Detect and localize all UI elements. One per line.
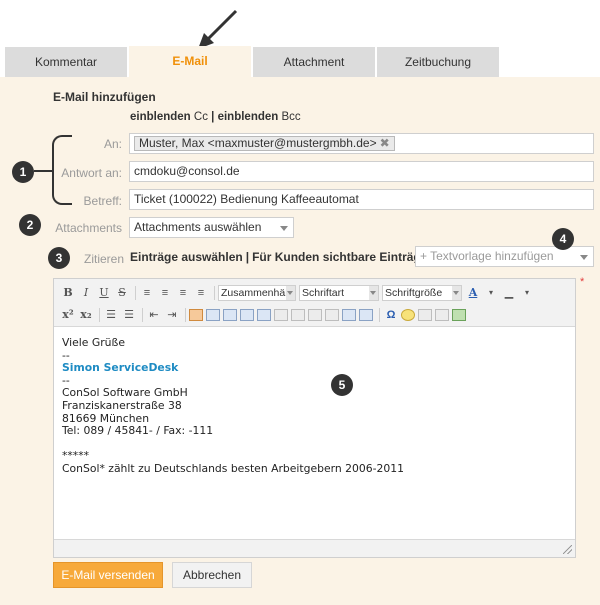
special-char-icon[interactable]: Ω <box>383 307 399 323</box>
required-mark: * <box>580 276 585 288</box>
editor-statusbar <box>54 539 575 557</box>
toolbar-separator <box>99 308 100 322</box>
underline-button[interactable]: U <box>96 285 112 301</box>
tab-email[interactable]: E-Mail <box>129 46 251 77</box>
quote-separator: | <box>245 250 250 264</box>
format-select[interactable]: Zusammenhängend <box>218 285 296 301</box>
italic-button[interactable]: I <box>78 285 94 301</box>
chevron-down-icon <box>580 255 588 260</box>
quote-label: Zitieren <box>83 252 124 266</box>
recipient-text: Muster, Max <maxmuster@mustergmbh.de> <box>139 136 377 150</box>
table-cell-icon[interactable] <box>291 309 305 321</box>
toolbar-separator <box>185 308 186 322</box>
show-bcc-link[interactable]: einblenden <box>218 111 279 123</box>
table-icon[interactable] <box>342 309 356 321</box>
subject-field[interactable]: Ticket (100022) Bedienung Kaffeeautomat <box>129 189 594 210</box>
callout-badge-4: 4 <box>552 228 574 250</box>
text-color-icon[interactable]: A <box>465 285 481 301</box>
align-left-icon[interactable]: ≡ <box>139 285 155 301</box>
send-email-button[interactable]: E-Mail versenden <box>53 562 163 588</box>
table-merge-icon[interactable] <box>274 309 288 321</box>
cancel-button[interactable]: Abbrechen <box>172 562 252 588</box>
toolbar-separator <box>135 286 136 300</box>
select-entries-link[interactable]: Einträge auswählen <box>130 250 243 264</box>
numbered-list-icon[interactable]: ☰ <box>121 307 137 323</box>
table-grid-icon[interactable] <box>359 309 373 321</box>
phone-line: Tel: 089 / 45841- / Fax: -111 <box>62 424 214 438</box>
remove-recipient-icon[interactable]: ✖ <box>380 136 390 150</box>
smiley-icon[interactable] <box>401 309 415 321</box>
quote-options: Einträge auswählen | Für Kunden sichtbare … <box>130 250 427 264</box>
image-icon[interactable] <box>452 309 466 321</box>
tab-attachment[interactable]: Attachment <box>253 47 375 77</box>
signature-name: Simon ServiceDesk <box>62 361 179 375</box>
callout-badge-3: 3 <box>48 247 70 269</box>
annotation-arrow <box>198 9 238 49</box>
table-properties-icon[interactable] <box>325 309 339 321</box>
callout-badge-2: 2 <box>19 214 41 236</box>
table-insert-icon[interactable] <box>206 309 220 321</box>
toolbar-separator <box>214 286 215 300</box>
toolbar-separator <box>379 308 380 322</box>
greeting-line: Viele Grüße <box>62 336 125 349</box>
reply-to-field[interactable]: cmdoku@consol.de <box>129 161 594 182</box>
email-panel: E-Mail hinzufügen einblenden Cc | einble… <box>0 77 600 605</box>
tab-bar: Kommentar E-Mail Attachment Zeitbuchung <box>0 46 600 77</box>
font-size-select[interactable]: Schriftgröße <box>382 285 462 301</box>
bcc-label: Bcc <box>281 111 301 123</box>
resize-grip-icon[interactable] <box>563 545 572 554</box>
bold-button[interactable]: B <box>60 285 76 301</box>
align-right-icon[interactable]: ≡ <box>175 285 191 301</box>
subject-label: Betreff: <box>83 194 122 208</box>
align-center-icon[interactable]: ≡ <box>157 285 173 301</box>
editor-toolbar: B I U S ≡ ≡ ≡ ≡ Zusammenhängend Schrifta… <box>54 279 575 327</box>
indent-icon[interactable]: ⇥ <box>164 307 180 323</box>
to-field[interactable]: Muster, Max <maxmuster@mustergmbh.de> ✖ <box>129 133 594 154</box>
tab-zeitbuchung[interactable]: Zeitbuchung <box>377 47 499 77</box>
attachments-select[interactable]: Attachments auswählen <box>129 217 294 238</box>
chevron-down-icon[interactable]: ▾ <box>519 285 535 301</box>
chevron-down-icon[interactable]: ▾ <box>483 285 499 301</box>
editor-content[interactable]: Viele Grüße -- Simon ServiceDesk -- ConS… <box>62 336 405 476</box>
street-line: Franziskanerstraße 38 <box>62 398 182 412</box>
section-title: E-Mail hinzufügen <box>53 90 156 104</box>
customer-entries-link[interactable]: Für Kunden sichtbare Einträge <box>252 250 427 264</box>
chevron-down-icon <box>280 226 288 231</box>
callout-badge-1: 1 <box>12 161 34 183</box>
cc-bcc-separator: | <box>211 111 215 123</box>
bulleted-list-icon[interactable]: ☰ <box>103 307 119 323</box>
show-cc-link[interactable]: einblenden <box>130 111 191 123</box>
background-color-icon[interactable]: ▁ <box>501 285 517 301</box>
rich-text-editor: B I U S ≡ ≡ ≡ ≡ Zusammenhängend Schrifta… <box>53 278 576 558</box>
callout-badge-5: 5 <box>331 374 353 396</box>
edit-icon[interactable] <box>189 309 203 321</box>
toolbar-separator <box>142 308 143 322</box>
align-justify-icon[interactable]: ≡ <box>193 285 209 301</box>
recipient-chip: Muster, Max <maxmuster@mustergmbh.de> ✖ <box>134 136 395 151</box>
table-delete-icon[interactable] <box>308 309 322 321</box>
attachments-label: Attachments <box>55 221 122 235</box>
superscript-button[interactable]: x² <box>60 307 76 323</box>
to-label: An: <box>103 137 122 151</box>
callout-bracket-tick <box>34 170 54 172</box>
tagline-line: ConSol* zählt zu Deutschlands besten Arb… <box>62 461 405 475</box>
font-select[interactable]: Schriftart <box>299 285 379 301</box>
template-placeholder: + Textvorlage hinzufügen <box>420 249 554 263</box>
link-icon[interactable] <box>418 309 432 321</box>
strikethrough-button[interactable]: S <box>114 285 130 301</box>
reply-to-label: Antwort an: <box>61 166 122 180</box>
unlink-icon[interactable] <box>435 309 449 321</box>
table-column-icon[interactable] <box>240 309 254 321</box>
table-split-icon[interactable] <box>257 309 271 321</box>
tab-kommentar[interactable]: Kommentar <box>5 47 127 77</box>
subscript-button[interactable]: x₂ <box>78 307 94 323</box>
table-row-icon[interactable] <box>223 309 237 321</box>
outdent-icon[interactable]: ⇤ <box>146 307 162 323</box>
attachments-select-value: Attachments auswählen <box>134 220 262 234</box>
cc-bcc-toggles: einblenden Cc | einblenden Bcc <box>130 111 301 123</box>
cc-label: Cc <box>193 111 208 123</box>
